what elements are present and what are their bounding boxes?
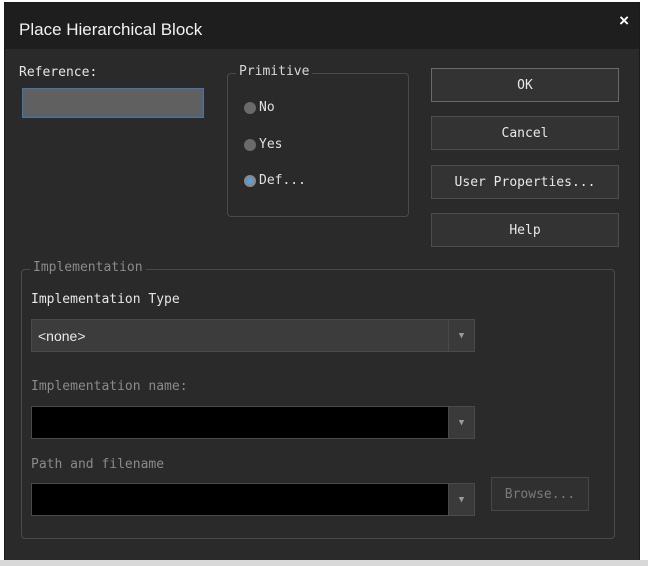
ok-button[interactable]: OK bbox=[431, 68, 619, 102]
title-bar[interactable]: Place Hierarchical Block × bbox=[5, 3, 639, 49]
path-filename-label: Path and filename bbox=[31, 457, 165, 472]
background-window-strip bbox=[0, 560, 648, 566]
chevron-down-icon[interactable]: ▼ bbox=[448, 407, 474, 438]
browse-button[interactable]: Browse... bbox=[491, 477, 589, 511]
primitive-radio-no[interactable]: No bbox=[244, 100, 275, 115]
chevron-down-icon[interactable]: ▼ bbox=[448, 484, 474, 515]
implementation-type-dropdown[interactable]: <none> ▼ bbox=[31, 319, 475, 352]
implementation-legend: Implementation bbox=[30, 260, 146, 275]
user-properties-button[interactable]: User Properties... bbox=[431, 165, 619, 199]
dialog-title: Place Hierarchical Block bbox=[19, 20, 203, 39]
implementation-type-value: <none> bbox=[38, 328, 86, 344]
implementation-type-label: Implementation Type bbox=[31, 292, 180, 307]
cancel-button[interactable]: Cancel bbox=[431, 116, 619, 150]
reference-input[interactable] bbox=[22, 88, 204, 118]
place-hierarchical-block-dialog: Place Hierarchical Block × Reference: Pr… bbox=[4, 2, 640, 564]
radio-unchecked-icon bbox=[244, 138, 256, 151]
chevron-down-icon[interactable]: ▼ bbox=[448, 320, 474, 351]
radio-unchecked-icon bbox=[244, 101, 256, 114]
primitive-legend: Primitive bbox=[236, 64, 313, 79]
primitive-radio-yes[interactable]: Yes bbox=[244, 137, 282, 152]
primitive-group: Primitive No Yes Def... bbox=[227, 64, 409, 217]
close-icon[interactable]: × bbox=[619, 11, 629, 31]
reference-label: Reference: bbox=[19, 65, 98, 80]
radio-label: No bbox=[259, 100, 275, 115]
radio-label: Yes bbox=[259, 137, 283, 152]
primitive-radio-default[interactable]: Def... bbox=[244, 173, 306, 188]
radio-label: Def... bbox=[259, 173, 306, 188]
implementation-name-label: Implementation name: bbox=[31, 379, 188, 394]
implementation-name-dropdown[interactable]: ▼ bbox=[31, 406, 475, 439]
path-filename-dropdown[interactable]: ▼ bbox=[31, 483, 475, 516]
help-button[interactable]: Help bbox=[431, 213, 619, 247]
radio-checked-icon bbox=[244, 174, 256, 187]
